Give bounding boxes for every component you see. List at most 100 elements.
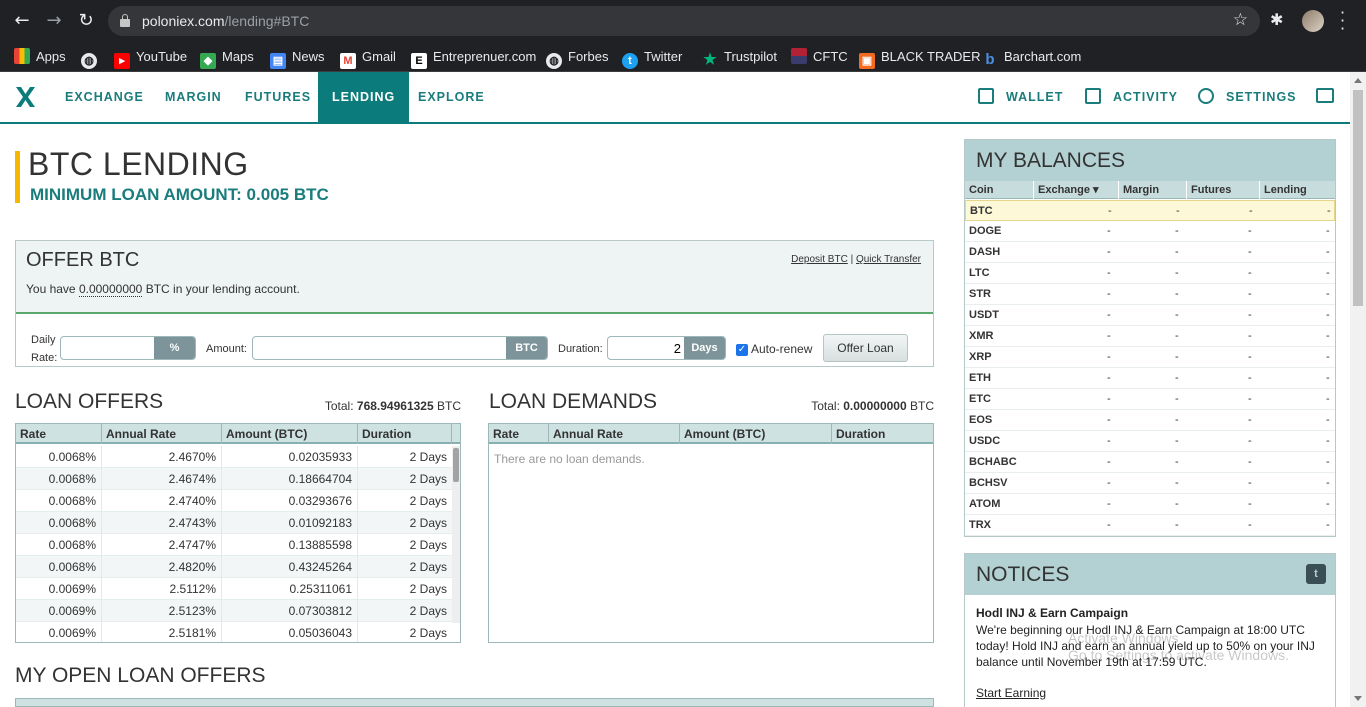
bookmark-black-trader[interactable]: ▣ BLACK TRADER [859,46,980,69]
bookmark-entreprenuer[interactable]: E Entreprenuer.com [411,46,536,69]
table-cell: 0.0069% [16,622,102,642]
col-annual-rate[interactable]: Annual Rate [549,424,680,444]
table-row[interactable]: 0.0068% 2.4670% 0.02035933 2 Days [16,446,452,468]
nav-exchange[interactable]: EXCHANGE [65,72,144,122]
bookmark-twitter[interactable]: t Twitter [622,46,682,69]
amount-input[interactable] [253,337,507,359]
nav-activity[interactable]: ACTIVITY [1085,72,1178,122]
loan-offers-header: Rate Annual Rate Amount (BTC) Duration [16,424,460,444]
table-row[interactable]: 0.0068% 2.4740% 0.03293676 2 Days [16,490,452,512]
col-futures[interactable]: Futures [1186,181,1259,199]
balance-row[interactable]: XRP - - - - [965,347,1335,368]
table-row[interactable]: 0.0068% 2.4674% 0.18664704 2 Days [16,468,452,490]
lending-balance-value[interactable]: 0.00000000 [78,282,143,297]
nav-lending[interactable]: LENDING [318,72,410,122]
balance-coin: TRX [969,519,991,531]
start-earning-link[interactable]: Start Earning [976,686,1046,700]
col-duration[interactable]: Duration [358,424,452,444]
reload-icon[interactable]: ↻ [74,9,98,33]
balance-row[interactable]: STR - - - - [965,284,1335,305]
balance-row[interactable]: XMR - - - - [965,326,1335,347]
scrollbar-thumb[interactable] [1353,90,1363,306]
balance-row[interactable]: EOS - - - - [965,410,1335,431]
nav-futures[interactable]: FUTURES [245,72,311,122]
entrepreneur-icon: E [411,53,427,69]
bookmark-youtube[interactable]: ▸ YouTube [114,46,187,69]
scroll-up-icon[interactable] [1354,78,1362,83]
col-amount[interactable]: Amount (BTC) [680,424,832,444]
balance-row[interactable]: BCHABC - - - - [965,452,1335,473]
nav-margin[interactable]: MARGIN [165,72,222,122]
col-exchange[interactable]: Exchange ▾ [1033,181,1118,199]
col-coin[interactable]: Coin [965,181,1033,199]
balance-row[interactable]: BCHSV - - - - [965,473,1335,494]
extensions-icon[interactable]: ✱ [1270,10,1283,29]
table-row[interactable]: 0.0068% 2.4743% 0.01092183 2 Days [16,512,452,534]
menu-icon[interactable]: · · · [1340,5,1345,37]
scroll-down-icon[interactable] [1354,696,1362,701]
bookmark-barchart[interactable]: b Barchart.com [982,46,1081,68]
daily-rate-input[interactable] [61,337,155,359]
balance-row[interactable]: LTC - - - - [965,263,1335,284]
page-scrollbar[interactable] [1350,72,1366,707]
balance-coin: DOGE [969,225,1002,237]
bookmark-maps[interactable]: ◆ Maps [200,46,254,69]
nav-settings[interactable]: SETTINGS [1198,72,1297,122]
loan-offers-scroll-thumb[interactable] [453,448,459,482]
offer-loan-button[interactable]: Offer Loan [823,334,908,362]
table-cell: 0.13885598 [222,534,358,556]
balance-value: - [1107,456,1111,468]
col-amount[interactable]: Amount (BTC) [222,424,358,444]
avatar[interactable] [1302,10,1324,32]
balance-row[interactable]: BTC - - - - [965,200,1335,221]
balance-coin: ETC [969,393,991,405]
poloniex-logo-icon[interactable] [14,85,36,109]
col-rate[interactable]: Rate [489,424,549,444]
bookmark-cftc[interactable]: CFTC [791,46,848,68]
chat-icon[interactable] [1316,88,1334,103]
bookmark-trustpilot[interactable]: ★ Trustpilot [702,46,777,68]
quick-transfer-link[interactable]: Quick Transfer [856,254,921,265]
table-row[interactable]: 0.0069% 2.5112% 0.25311061 2 Days [16,578,452,600]
table-row[interactable]: 0.0068% 2.4747% 0.13885598 2 Days [16,534,452,556]
col-lending[interactable]: Lending [1259,181,1335,199]
bookmark-forbes[interactable]: ◍ Forbes [546,46,608,69]
balance-row[interactable]: USDT - - - - [965,305,1335,326]
balance-value: - [1248,309,1252,321]
lock-icon[interactable] [120,14,130,27]
col-duration[interactable]: Duration [832,424,933,444]
balance-row[interactable]: ATOM - - - - [965,494,1335,515]
bookmark-globe[interactable]: ◍ [81,46,103,69]
forward-icon[interactable]: → [42,9,66,33]
balance-row[interactable]: DOGE - - - - [965,221,1335,242]
bookmark-apps[interactable]: Apps [14,46,66,68]
nav-explore[interactable]: EXPLORE [418,72,485,122]
table-row[interactable]: 0.0069% 2.5181% 0.05036043 2 Days [16,622,452,642]
nav-wallet[interactable]: WALLET [978,72,1063,122]
balance-row[interactable]: DASH - - - - [965,242,1335,263]
table-cell: 0.0068% [16,490,102,512]
duration-input[interactable] [608,337,685,359]
back-icon[interactable]: ← [10,9,34,33]
col-annual-rate[interactable]: Annual Rate [102,424,222,444]
table-row[interactable]: 0.0068% 2.4820% 0.43245264 2 Days [16,556,452,578]
address-bar[interactable]: poloniex.com/lending#BTC ☆ [108,6,1260,36]
bookmark-news[interactable]: ▤ News [270,46,325,69]
loan-offers-total: Total: 768.94961325 BTC [324,399,461,413]
col-margin[interactable]: Margin [1118,181,1186,199]
auto-renew-checkbox[interactable]: ✓ [736,344,748,356]
deposit-link[interactable]: Deposit BTC [791,254,848,265]
table-row[interactable]: 0.0069% 2.5123% 0.07303812 2 Days [16,600,452,622]
bookmark-gmail[interactable]: M Gmail [340,46,396,69]
balance-row[interactable]: TRX - - - - [965,515,1335,536]
loan-offers-scrollbar[interactable] [452,446,460,623]
balance-row[interactable]: ETC - - - - [965,389,1335,410]
balance-row[interactable]: USDC - - - - [965,431,1335,452]
amount-label: Amount: [206,343,247,355]
twitter-icon[interactable]: t [1306,564,1326,584]
col-rate[interactable]: Rate [16,424,102,444]
bookmark-star-icon[interactable]: ☆ [1233,10,1248,30]
table-cell: 0.07303812 [222,600,358,622]
balance-row[interactable]: ETH - - - - [965,368,1335,389]
table-cell: 2.4747% [102,534,222,556]
